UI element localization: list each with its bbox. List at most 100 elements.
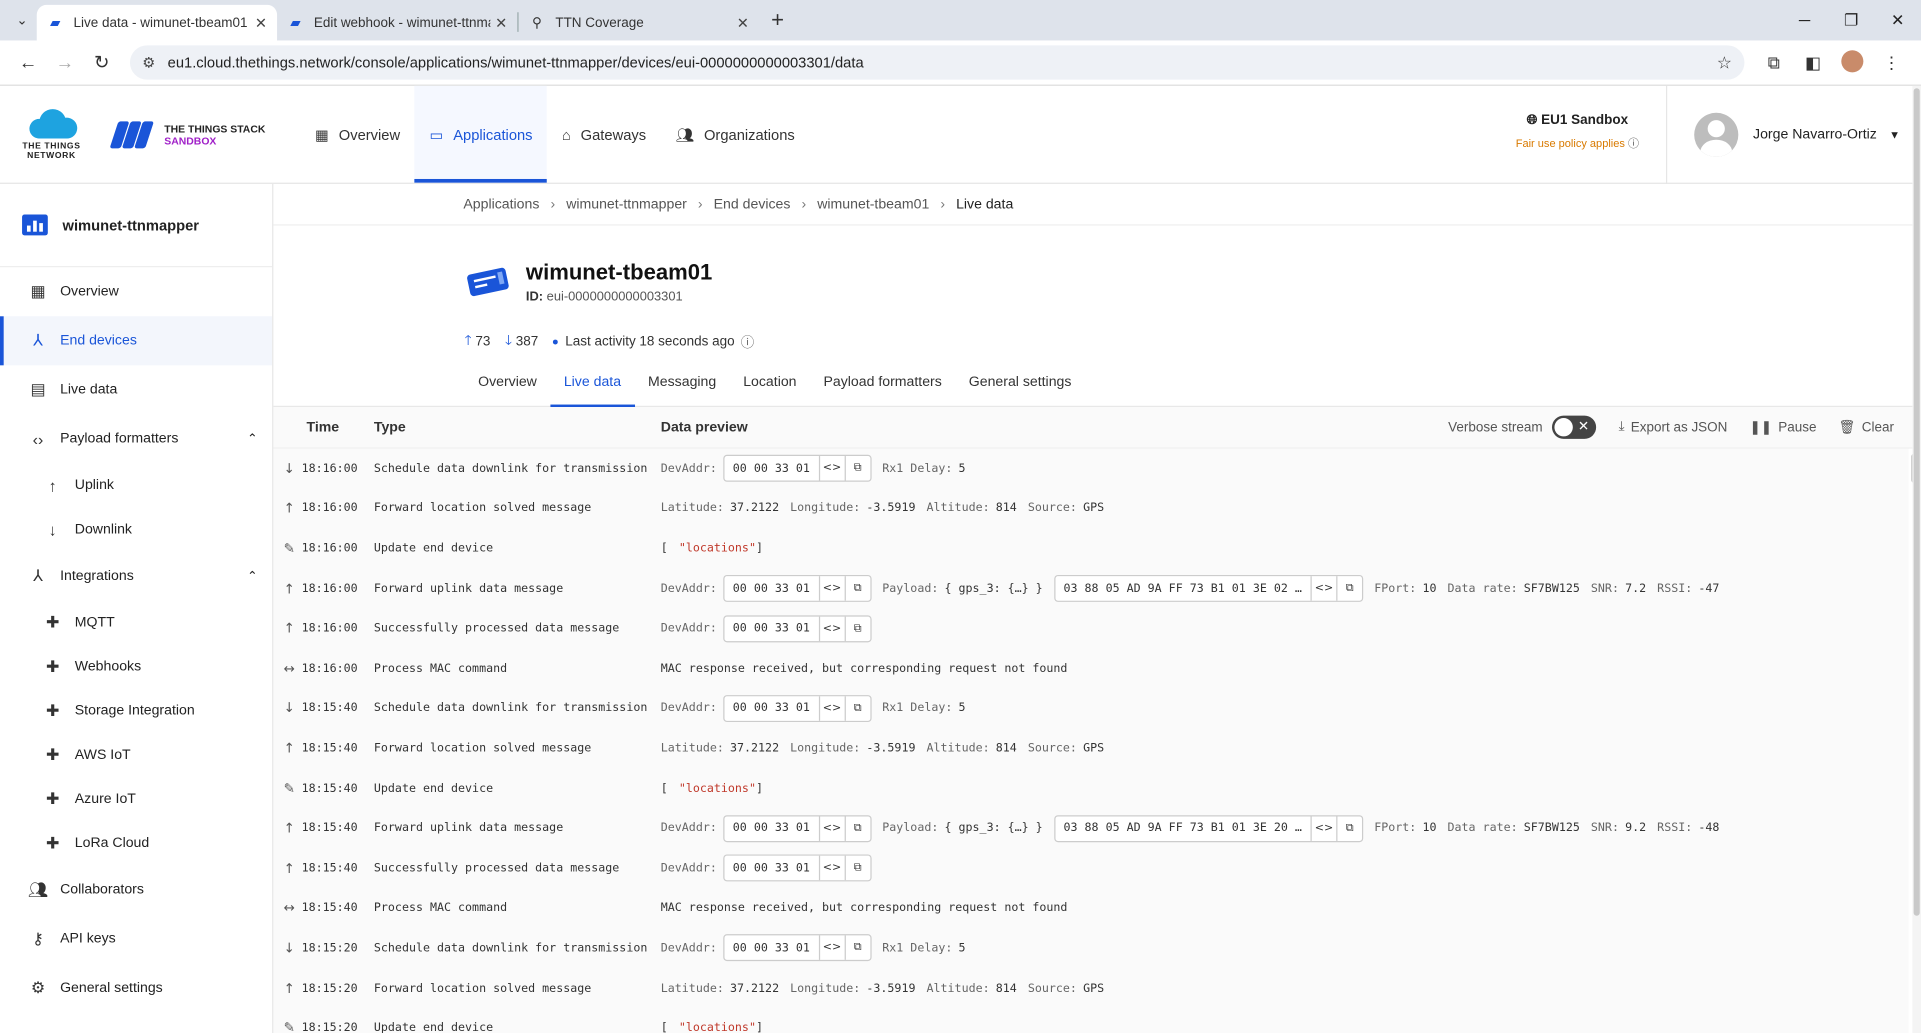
bytes-field[interactable]: 00 00 33 01 <> ⧉ [722,854,872,882]
bookmark-star-icon[interactable]: ☆ [1717,52,1732,73]
copy-icon[interactable]: ⧉ [844,935,870,961]
copy-icon[interactable]: ⧉ [844,616,870,641]
table-row[interactable]: ✎ 18:15:20 Update end device [ "locations" … [273,1008,1908,1033]
table-row[interactable]: ↓ 18:16:00 Schedule data downlink for tran… [273,449,1908,489]
close-window-icon[interactable]: ✕ [1874,0,1921,40]
region-indicator[interactable]: 🌐︎ EU1 Sandbox Fair use policy applies ⓘ [1516,113,1639,151]
table-row[interactable]: ↑ 18:15:40 Forward location solved message… [273,728,1908,768]
chevron-up-icon[interactable]: ⌃ [247,432,257,445]
tab-payload-formatters[interactable]: Payload formatters [810,359,955,406]
close-tab-icon[interactable]: ✕ [495,14,507,31]
code-toggle-icon[interactable]: <> [818,456,845,481]
forward-icon[interactable]: → [47,52,84,73]
sidebar-item-overview[interactable]: ▦ Overview [0,267,272,316]
sidebar-item-mqtt[interactable]: ✚ MQTT [0,601,272,645]
table-row[interactable]: ↔ 18:15:40 Process MAC command MAC response… [273,888,1908,928]
new-tab-button[interactable]: + [771,7,784,33]
table-row[interactable]: ↑ 18:15:20 Forward location solved message… [273,968,1908,1008]
bytes-field[interactable]: 03 88 05 AD 9A FF 73 B1 01 3E 20 … <> ⧉ [1053,814,1364,842]
things-stack-logo[interactable]: THE THINGS STACK SANDBOX [109,86,288,183]
address-bar[interactable]: ⚙ eu1.cloud.thethings.network/console/ap… [129,45,1745,80]
nav-gateways[interactable]: ⌂ Gateways [547,86,661,183]
table-row[interactable]: ↑ 18:15:40 Successfully processed data mes… [273,848,1908,888]
sidebar-item-uplink[interactable]: ↑ Uplink [0,463,272,507]
breadcrumb-item[interactable]: wimunet-ttnmapper [566,197,687,212]
browser-tab[interactable]: ▰ Live data - wimunet-tbeam01 - ✕ [36,4,278,41]
table-row[interactable]: ↑ 18:16:00 Successfully processed data mes… [273,609,1908,649]
code-toggle-icon[interactable]: <> [818,816,845,841]
bytes-field[interactable]: 03 88 05 AD 9A FF 73 B1 01 3E 02 … <> ⧉ [1053,575,1364,603]
table-row[interactable]: ✎ 18:15:40 Update end device [ "locations" … [273,768,1908,808]
ttn-logo[interactable]: THE THINGS NETWORK [15,86,89,183]
sidebar-item-lora-cloud[interactable]: ✚ LoRa Cloud [0,821,272,865]
chevron-up-icon[interactable]: ⌃ [247,569,257,582]
sidebar-item-azure-iot[interactable]: ✚ Azure IoT [0,777,272,821]
table-row[interactable]: ↑ 18:16:00 Forward location solved message… [273,489,1908,529]
table-row[interactable]: ✎ 18:16:00 Update end device [ "locations" … [273,529,1908,569]
code-toggle-icon[interactable]: <> [818,935,845,961]
export-json-button[interactable]: ⤓ Export as JSON [1619,419,1728,435]
tab-overview[interactable]: Overview [465,359,551,406]
copy-icon[interactable]: ⧉ [844,696,870,721]
sidebar-item-live-data[interactable]: ▤ Live data [0,365,272,414]
copy-icon[interactable]: ⧉ [1336,576,1362,601]
bytes-field[interactable]: 00 00 33 01 <> ⧉ [722,575,872,603]
breadcrumb-item[interactable]: End devices [714,197,791,212]
bytes-field[interactable]: 00 00 33 01 <> ⧉ [722,934,872,962]
extensions-icon[interactable]: ⧉ [1754,52,1793,73]
table-row[interactable]: ↓ 18:15:20 Schedule data downlink for tran… [273,928,1908,968]
table-row[interactable]: ↑ 18:16:00 Forward uplink data message DevA… [273,569,1908,609]
bytes-field[interactable]: 00 00 33 01 <> ⧉ [722,694,872,722]
sidebar-item-webhooks[interactable]: ✚ Webhooks [0,645,272,689]
browser-tab[interactable]: ▰ Edit webhook - wimunet-ttnma ✕ [277,5,517,41]
table-row[interactable]: ↑ 18:15:40 Forward uplink data message DevA… [273,808,1908,848]
copy-icon[interactable]: ⧉ [844,855,870,881]
site-info-icon[interactable]: ⚙ [142,54,155,71]
bytes-field[interactable]: 00 00 33 01 <> ⧉ [722,814,872,842]
tab-location[interactable]: Location [730,359,810,406]
copy-icon[interactable]: ⧉ [844,456,870,481]
clear-button[interactable]: 🗑︎ Clear [1839,419,1894,435]
nav-overview[interactable]: ▦ Overview [300,86,414,183]
sidebar-item-payload-formatters[interactable]: ‹› Payload formatters ⌃ [0,414,272,463]
copy-icon[interactable]: ⧉ [1336,816,1362,841]
nav-applications[interactable]: ▭ Applications [414,85,548,183]
browser-tab[interactable]: ⚲ TTN Coverage ✕ [519,5,759,41]
minimize-icon[interactable]: ─ [1781,0,1828,40]
user-dropdown[interactable]: Jorge Navarro-Ortiz ▼ [1665,85,1921,184]
sidebar-item-api-keys[interactable]: ⚷ API keys [0,915,272,964]
browser-menu-icon[interactable]: ⋮ [1872,52,1911,73]
bytes-field[interactable]: 00 00 33 01 <> ⧉ [722,614,872,642]
code-toggle-icon[interactable]: <> [818,616,845,641]
bytes-field[interactable]: 00 00 33 01 <> ⧉ [722,455,872,483]
pause-button[interactable]: ❚❚ Pause [1749,419,1816,435]
code-toggle-icon[interactable]: <> [818,855,845,881]
verbose-toggle[interactable]: ✕ [1552,415,1597,439]
table-row[interactable]: ↔ 18:16:00 Process MAC command MAC response… [273,648,1908,688]
code-toggle-icon[interactable]: <> [1310,576,1336,601]
sidebar-item-end-devices[interactable]: ⅄ End devices [0,316,273,366]
back-icon[interactable]: ← [10,52,47,73]
sidebar-item-integrations[interactable]: ⅄ Integrations ⌃ [0,552,272,601]
code-toggle-icon[interactable]: <> [818,576,845,601]
fair-use-label[interactable]: Fair use policy applies [1516,137,1625,149]
restore-icon[interactable]: ❐ [1828,0,1875,40]
sidebar-item-collaborators[interactable]: 👥︎ Collaborators [0,865,272,914]
sidebar-item-general-settings[interactable]: ⚙ General settings [0,964,272,1013]
close-tab-icon[interactable]: ✕ [737,14,749,31]
url-text[interactable]: eu1.cloud.thethings.network/console/appl… [168,54,1717,71]
breadcrumb-item[interactable]: wimunet-tbeam01 [817,197,929,212]
copy-icon[interactable]: ⧉ [844,816,870,841]
copy-icon[interactable]: ⧉ [844,576,870,601]
tab-messaging[interactable]: Messaging [635,359,730,406]
close-tab-icon[interactable]: ✕ [255,14,267,31]
reload-icon[interactable]: ↻ [83,51,120,74]
page-scrollbar[interactable] [1912,85,1921,1033]
table-row[interactable]: ↓ 18:15:40 Schedule data downlink for tran… [273,688,1908,728]
tab-general-settings[interactable]: General settings [955,359,1085,406]
code-toggle-icon[interactable]: <> [818,696,845,721]
profile-avatar[interactable] [1833,49,1872,76]
sidebar-app-header[interactable]: wimunet-ttnmapper [0,184,273,268]
breadcrumb-item[interactable]: Applications [463,197,539,212]
sidebar-item-downlink[interactable]: ↓ Downlink [0,508,272,552]
